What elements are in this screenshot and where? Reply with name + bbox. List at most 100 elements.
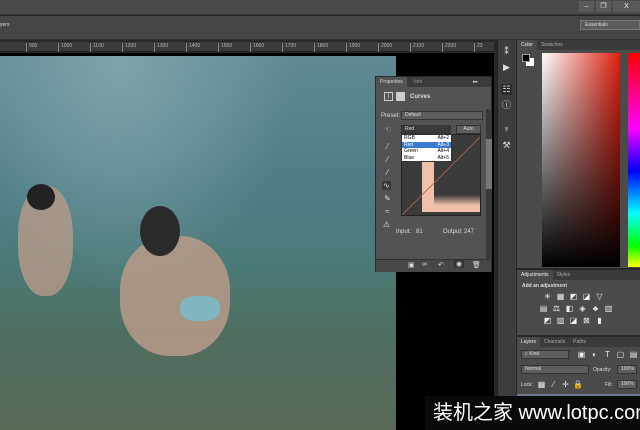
photo-filter-icon[interactable]: ◈ bbox=[578, 304, 587, 313]
tab-channels[interactable]: Channels bbox=[540, 337, 569, 347]
tab-info[interactable]: Info bbox=[410, 77, 426, 87]
reset-icon[interactable]: ↶ bbox=[438, 261, 444, 269]
tab-paths[interactable]: Paths bbox=[569, 337, 590, 347]
tool-presets-icon[interactable]: ⚒ bbox=[501, 140, 512, 151]
document-tab[interactable]: yers bbox=[0, 22, 9, 28]
mask bbox=[27, 184, 55, 210]
channel-option-blue[interactable]: Blue Alt+5 bbox=[402, 155, 451, 162]
mask-icon[interactable] bbox=[396, 92, 405, 101]
output-value[interactable]: 247 bbox=[464, 229, 474, 235]
brightness-icon[interactable]: ☀ bbox=[543, 292, 552, 301]
curve-edit-icon[interactable]: ∿ bbox=[382, 181, 391, 190]
black-white-icon[interactable]: ◧ bbox=[565, 304, 574, 313]
scrollbar[interactable] bbox=[486, 109, 492, 259]
workspace-select[interactable]: Essentials bbox=[580, 20, 640, 30]
close-button[interactable]: X bbox=[613, 1, 640, 12]
filter-smart-icon[interactable]: ▤ bbox=[629, 350, 638, 359]
black-eyedropper-icon[interactable]: ⁄ bbox=[383, 142, 392, 151]
white-eyedropper-icon[interactable]: ⁄ bbox=[383, 168, 392, 177]
hue-saturation-icon[interactable]: ▤ bbox=[539, 304, 548, 313]
filter-adjustment-icon[interactable]: ◐ bbox=[590, 350, 599, 359]
filter-pixel-icon[interactable]: ▣ bbox=[577, 350, 586, 359]
foreground-color-swatch[interactable] bbox=[522, 54, 530, 62]
history-icon[interactable]: ⁑ bbox=[501, 46, 512, 57]
hue-slider[interactable] bbox=[628, 53, 640, 267]
input-value[interactable]: 81 bbox=[416, 229, 423, 235]
gray-eyedropper-icon[interactable]: ⁄ bbox=[383, 155, 392, 164]
levels-icon[interactable]: ▦ bbox=[556, 292, 565, 301]
info-icon[interactable]: ⓘ bbox=[501, 100, 512, 111]
preset-label: Preset: bbox=[381, 113, 401, 119]
actions-play-icon[interactable]: ▶ bbox=[501, 62, 512, 73]
panel-title: Curves bbox=[410, 94, 431, 100]
smooth-icon[interactable]: ≈ bbox=[383, 207, 392, 216]
trash-icon[interactable]: 🗑 bbox=[472, 261, 481, 269]
auto-button[interactable]: Auto bbox=[456, 125, 481, 134]
opacity-input[interactable]: 100% bbox=[617, 365, 637, 374]
preset-select[interactable]: Default bbox=[401, 111, 483, 120]
selective-color-icon[interactable]: ⊠ bbox=[582, 316, 591, 325]
tab-layers[interactable]: Layers bbox=[517, 337, 541, 347]
tab-styles[interactable]: Styles bbox=[553, 270, 575, 280]
properties-icon[interactable]: ☷ bbox=[501, 84, 512, 95]
fill-input[interactable]: 100% bbox=[617, 380, 637, 389]
ruler-label: 900 bbox=[26, 43, 37, 52]
ruler-label: 1800 bbox=[314, 43, 328, 52]
underwater-photo[interactable] bbox=[0, 56, 396, 430]
lock-all-icon[interactable]: 🔒 bbox=[573, 380, 583, 389]
ruler-label: 1400 bbox=[186, 43, 200, 52]
filter-type-icon[interactable]: T bbox=[603, 350, 612, 359]
ruler-label: 1600 bbox=[250, 43, 264, 52]
target-adjust-icon[interactable]: ☜ bbox=[383, 125, 392, 134]
lock-move-icon[interactable]: ✛ bbox=[561, 380, 570, 389]
ruler-label: 1300 bbox=[154, 43, 168, 52]
ruler-label: 23 bbox=[474, 43, 483, 52]
invert-icon[interactable]: ◩ bbox=[543, 316, 552, 325]
curves-adj-icon[interactable]: ◩ bbox=[569, 292, 578, 301]
input-label: Input: bbox=[396, 229, 412, 235]
clip-to-layer-icon[interactable]: ▣ bbox=[408, 261, 415, 269]
filter-shape-icon[interactable]: ▢ bbox=[616, 350, 625, 359]
ruler-label: 2000 bbox=[378, 43, 392, 52]
layer-filter-select[interactable]: ⌕ Kind bbox=[521, 350, 569, 359]
restore-button[interactable]: ❐ bbox=[596, 1, 611, 12]
vibrance-icon[interactable]: ▽ bbox=[595, 292, 604, 301]
clipping-warning-icon[interactable]: ⚠ bbox=[382, 220, 391, 229]
lock-transparent-icon[interactable]: ▦ bbox=[537, 380, 546, 389]
pencil-icon[interactable]: ✎ bbox=[383, 194, 392, 203]
blend-mode-select[interactable]: Normal bbox=[521, 365, 589, 374]
color-field[interactable] bbox=[542, 53, 620, 267]
channel-mixer-icon[interactable]: ♣ bbox=[591, 304, 600, 313]
view-previous-icon[interactable]: ∞ bbox=[422, 261, 427, 268]
channel-select[interactable]: Red bbox=[401, 125, 451, 134]
tab-color[interactable]: Color bbox=[517, 40, 537, 50]
minimize-button[interactable]: – bbox=[579, 1, 594, 12]
ruler-label: 1700 bbox=[282, 43, 296, 52]
ruler-label: 1200 bbox=[122, 43, 136, 52]
title-bar bbox=[0, 0, 640, 15]
color-balance-icon[interactable]: ⚖ bbox=[552, 304, 561, 313]
lock-paint-icon[interactable]: ⁄ bbox=[549, 380, 558, 389]
lock-label: Lock: bbox=[521, 382, 533, 388]
ruler-label: 1100 bbox=[90, 43, 104, 52]
opacity-label: Opacity: bbox=[593, 367, 612, 373]
watermark: 装机之家 www.lotpc.com bbox=[425, 396, 640, 430]
posterize-icon[interactable]: ▨ bbox=[556, 316, 565, 325]
tab-swatches[interactable]: Swatches bbox=[537, 40, 567, 50]
gradient-map-icon[interactable]: ▮ bbox=[595, 316, 604, 325]
curves-icon: ∫ bbox=[384, 92, 393, 101]
visibility-icon[interactable]: ◉ bbox=[454, 260, 465, 268]
ruler: 900 1000 1100 1200 1300 1400 1500 1600 1700 1800 1… bbox=[0, 42, 494, 52]
fill-label: Fill: bbox=[605, 382, 613, 388]
adjustments-heading: Add an adjustment bbox=[522, 283, 568, 289]
exposure-icon[interactable]: ◪ bbox=[582, 292, 591, 301]
tab-adjustments[interactable]: Adjustments bbox=[517, 270, 553, 280]
channel-dropdown[interactable]: RGB Alt+2 Red Alt+3 Green Alt+4 Blue Alt+5 bbox=[401, 134, 452, 162]
panel-dock-strip bbox=[497, 40, 516, 430]
brush-presets-icon[interactable]: ♆ bbox=[501, 124, 512, 135]
ruler-label: 2100 bbox=[410, 43, 424, 52]
panel-menu-icon[interactable]: ▸▸ bbox=[473, 79, 478, 85]
threshold-icon[interactable]: ◪ bbox=[569, 316, 578, 325]
color-lookup-icon[interactable]: ▥ bbox=[604, 304, 613, 313]
tab-properties[interactable]: Properties bbox=[376, 77, 407, 87]
